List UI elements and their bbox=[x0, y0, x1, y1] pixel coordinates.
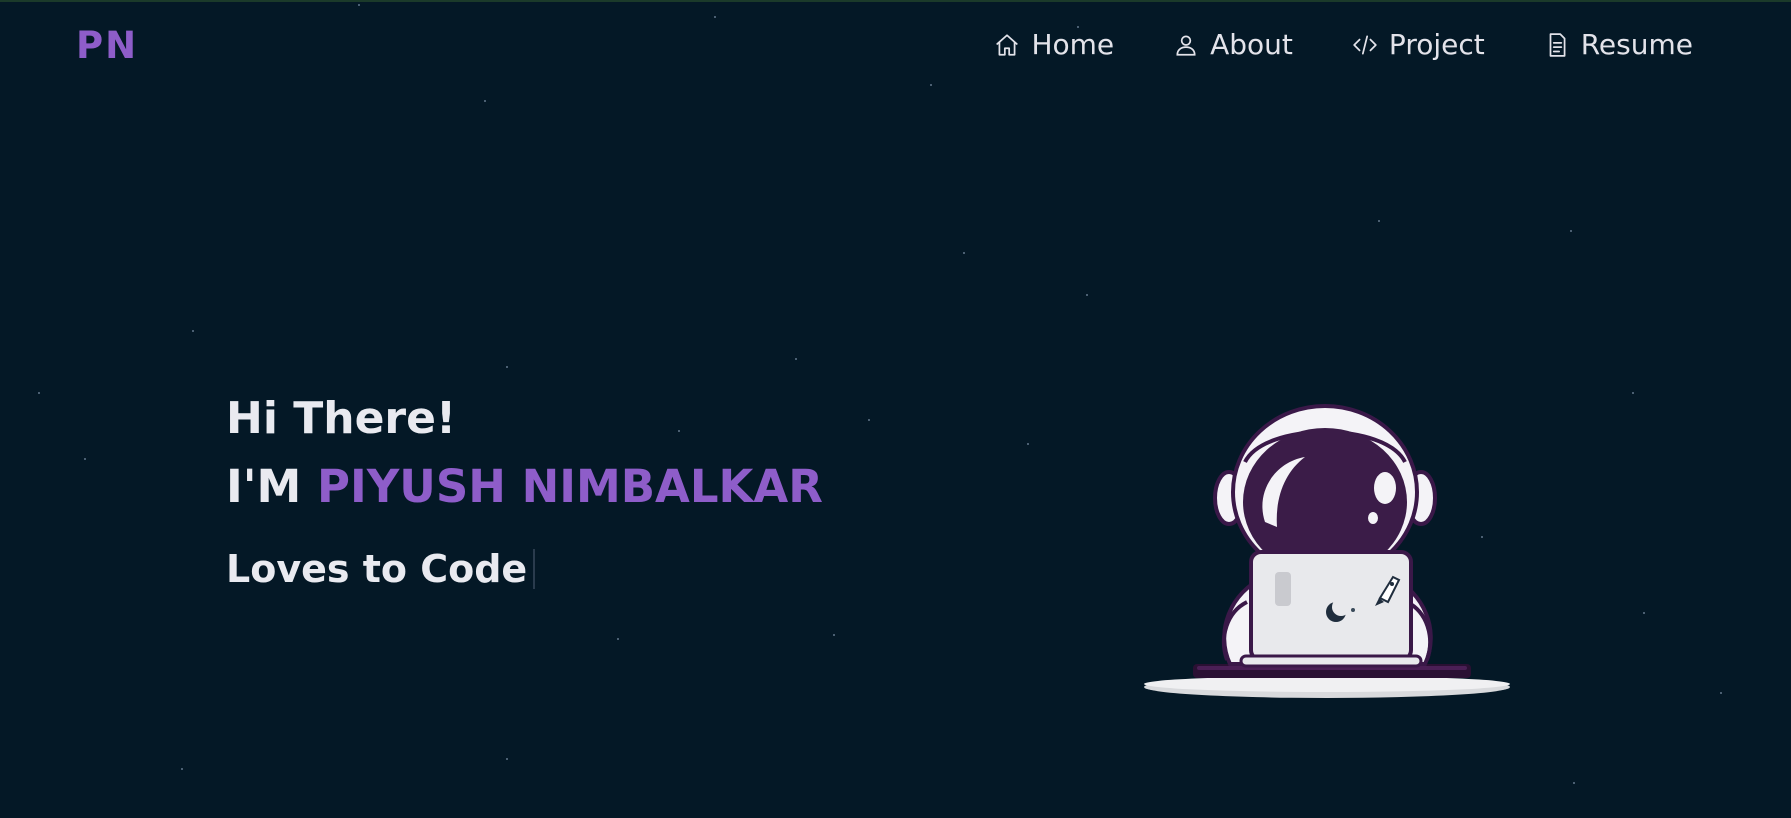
star-dot bbox=[506, 758, 508, 760]
hero-greeting: Hi There! bbox=[226, 393, 457, 444]
star-dot bbox=[38, 392, 40, 394]
star-dot bbox=[1573, 782, 1575, 784]
hero-name: PIYUSH NIMBALKAR bbox=[316, 460, 823, 513]
star-dot bbox=[795, 358, 797, 360]
star-dot bbox=[84, 458, 86, 460]
star-dot bbox=[484, 100, 486, 102]
star-dot bbox=[1378, 220, 1380, 222]
user-icon bbox=[1172, 31, 1200, 59]
document-icon bbox=[1543, 31, 1571, 59]
star-dot bbox=[181, 768, 183, 770]
star-dot bbox=[1086, 294, 1088, 296]
nav-item-label: About bbox=[1210, 28, 1293, 61]
star-dot bbox=[192, 330, 194, 332]
star-dot bbox=[868, 419, 870, 421]
nav-item-home[interactable]: Home bbox=[993, 28, 1114, 61]
site-logo[interactable]: PN bbox=[76, 24, 138, 67]
star-dot bbox=[1643, 612, 1645, 614]
nav-item-resume[interactable]: Resume bbox=[1543, 28, 1693, 61]
nav-item-about[interactable]: About bbox=[1172, 28, 1293, 61]
star-dot bbox=[833, 634, 835, 636]
hero-section: Hi There! I'M PIYUSH NIMBALKAR Loves to … bbox=[226, 386, 823, 594]
main-navigation: Home About Project Resume bbox=[993, 28, 1693, 61]
star-dot bbox=[617, 638, 619, 640]
home-icon bbox=[993, 31, 1021, 59]
star-dot bbox=[1027, 443, 1029, 445]
star-dot bbox=[1632, 392, 1634, 394]
code-icon bbox=[1351, 31, 1379, 59]
nav-item-label: Home bbox=[1031, 28, 1115, 61]
star-dot bbox=[963, 252, 965, 254]
typing-cursor bbox=[533, 549, 536, 589]
nav-item-project[interactable]: Project bbox=[1351, 28, 1485, 61]
star-dot bbox=[358, 4, 360, 6]
star-dot bbox=[1570, 230, 1572, 232]
star-dot bbox=[1720, 692, 1722, 694]
typewriter-tagline: Loves to Code bbox=[226, 544, 823, 594]
nav-item-label: Project bbox=[1388, 28, 1485, 61]
page: PN Home About Project Resume Hi There! I… bbox=[0, 0, 1791, 818]
intro-prefix: I'M bbox=[226, 460, 302, 513]
star-dot bbox=[506, 366, 508, 368]
tagline-text: Loves to Code bbox=[226, 547, 528, 591]
nav-item-label: Resume bbox=[1580, 28, 1693, 61]
star-dot bbox=[930, 84, 932, 86]
hero-intro: I'M PIYUSH NIMBALKAR bbox=[226, 452, 823, 522]
astronaut-laptop-illustration bbox=[1135, 402, 1515, 712]
star-dot bbox=[714, 16, 716, 18]
